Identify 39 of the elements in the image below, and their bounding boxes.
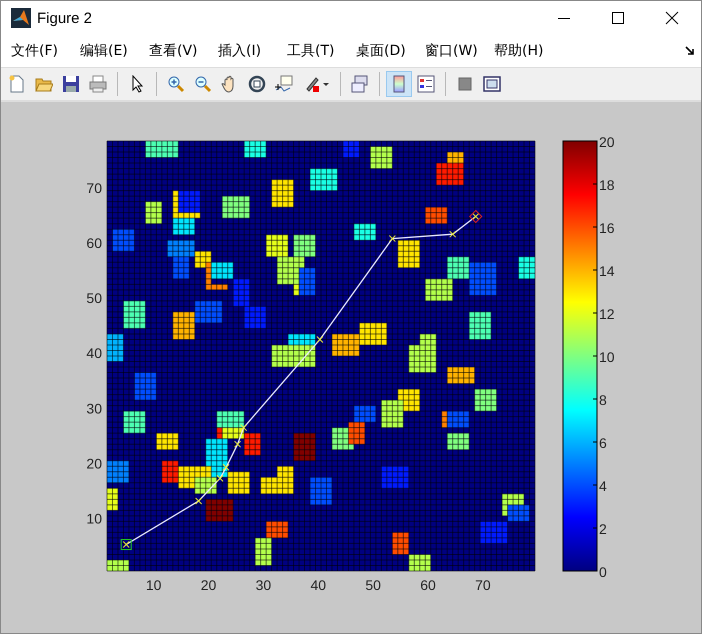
y-tick-label: 70 [86,180,102,196]
y-tick-label: 30 [86,400,102,416]
x-tick-label: 60 [420,576,436,593]
colorbar-tick-label: 10 [599,348,615,365]
window-title: Figure 2 [37,10,92,27]
colorbar-tick-label: 16 [599,220,615,236]
colorbar-tick-label: 0 [599,564,607,580]
app-logo-icon [11,8,31,28]
y-tick-label: 60 [86,234,102,251]
y-tick-label: 10 [86,510,102,527]
x-tick-label: 10 [146,576,162,593]
menu-item[interactable]: 插入(I) [218,42,287,60]
colorbar-tick-label: 4 [599,478,607,494]
colorbar-tick-label: 18 [599,176,615,193]
colorbar-tick-label: 12 [599,306,615,322]
x-tick-label: 20 [200,576,216,593]
menu-item[interactable]: 查看(V) [149,42,218,60]
x-tick-label: 40 [310,576,326,593]
menu-item[interactable]: 帮助(H) [494,42,563,60]
menu-item[interactable]: 桌面(D) [356,42,425,60]
y-tick-label: 50 [86,290,102,306]
y-tick-label: 20 [86,455,102,472]
menu-item[interactable]: 窗口(W) [425,42,494,60]
colorbar-tick-label: 8 [599,392,607,408]
menu-item[interactable]: 文件(F) [11,42,80,60]
colorbar-tick-label: 20 [599,134,615,150]
colorbar-tick-label: 6 [599,434,607,451]
close-icon[interactable] [665,11,679,26]
menu-item[interactable]: 编辑(E) [80,42,149,60]
dock-icon[interactable] [685,46,695,56]
maximize-icon[interactable] [611,11,625,26]
x-tick-label: 50 [365,576,381,593]
menu-item[interactable]: 工具(T) [287,42,356,60]
x-tick-label: 70 [475,576,491,593]
colorbar-tick-label: 2 [599,520,607,537]
x-tick-label: 30 [256,576,272,593]
colorbar-button[interactable] [386,70,412,97]
colorbar-tick-label: 14 [599,262,615,279]
y-tick-label: 40 [86,345,102,362]
